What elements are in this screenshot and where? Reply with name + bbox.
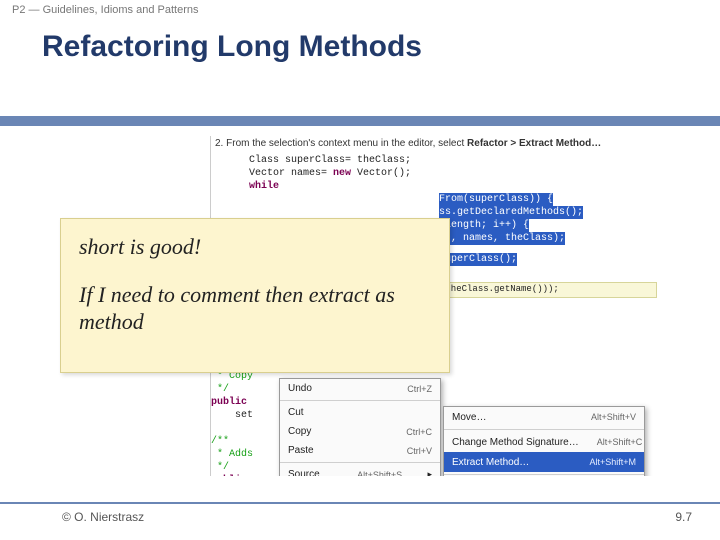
accent-bar: [0, 116, 720, 126]
menu-item-label: Copy: [288, 426, 311, 437]
refactor-submenu-separator: [444, 474, 644, 475]
footer-page-number: 9.7: [675, 510, 692, 524]
menu-item-label: Source: [288, 469, 320, 476]
context-menu-item-paste[interactable]: Paste Ctrl+V: [280, 441, 440, 460]
context-menu[interactable]: Undo Ctrl+Z Cut Copy Ctrl+C Paste Ctrl+V Source…: [279, 378, 441, 476]
footer-copyright: © O. Nierstrasz: [62, 510, 144, 524]
context-menu-item-copy[interactable]: Copy Ctrl+C: [280, 422, 440, 441]
footer-divider: [0, 502, 720, 504]
note-line-2: If I need to comment then extract as met…: [79, 281, 431, 336]
menu-item-label: Change Method Signature…: [452, 437, 579, 448]
menu-item-shortcut: Ctrl+C: [406, 427, 432, 437]
code-selection: From(superClass)) {: [439, 193, 553, 206]
context-menu-item-cut[interactable]: Cut: [280, 403, 440, 422]
page-title: Refactoring Long Methods: [42, 30, 422, 64]
instruction-text: 2. From the selection's context menu in …: [211, 136, 605, 151]
context-menu-item-undo[interactable]: Undo Ctrl+Z: [280, 379, 440, 398]
refactor-submenu-separator: [444, 429, 644, 430]
menu-item-label: Move…: [452, 412, 486, 423]
menu-item-shortcut: Alt+Shift+V: [591, 412, 636, 422]
menu-item-label: Paste: [288, 445, 314, 456]
breadcrumb: P2 — Guidelines, Idioms and Patterns: [0, 0, 720, 24]
context-menu-item-source[interactable]: Source Alt+Shift+S: [280, 465, 440, 476]
note-line-1: short is good!: [79, 233, 431, 261]
menu-item-shortcut: Alt+Shift+C: [597, 437, 643, 447]
menu-item-label: Cut: [288, 407, 304, 418]
refactor-submenu-item-extract-method[interactable]: Extract Method… Alt+Shift+M: [444, 452, 644, 472]
menu-item-shortcut: Ctrl+Z: [407, 384, 432, 394]
menu-item-label: Undo: [288, 383, 312, 394]
menu-item-shortcut: Alt+Shift+S: [357, 470, 402, 477]
sticky-note: short is good! If I need to comment then…: [60, 218, 450, 373]
context-menu-separator: [280, 400, 440, 401]
menu-item-shortcut: Ctrl+V: [407, 446, 432, 456]
context-menu-separator: [280, 462, 440, 463]
refactor-submenu-item-move[interactable]: Move… Alt+Shift+V: [444, 407, 644, 427]
menu-item-shortcut: Alt+Shift+M: [589, 457, 636, 467]
refactor-submenu[interactable]: Move… Alt+Shift+V Change Method Signature……: [443, 406, 645, 476]
refactor-submenu-item-change-method-signature[interactable]: Change Method Signature… Alt+Shift+C: [444, 432, 644, 452]
menu-item-label: Extract Method…: [452, 457, 529, 468]
